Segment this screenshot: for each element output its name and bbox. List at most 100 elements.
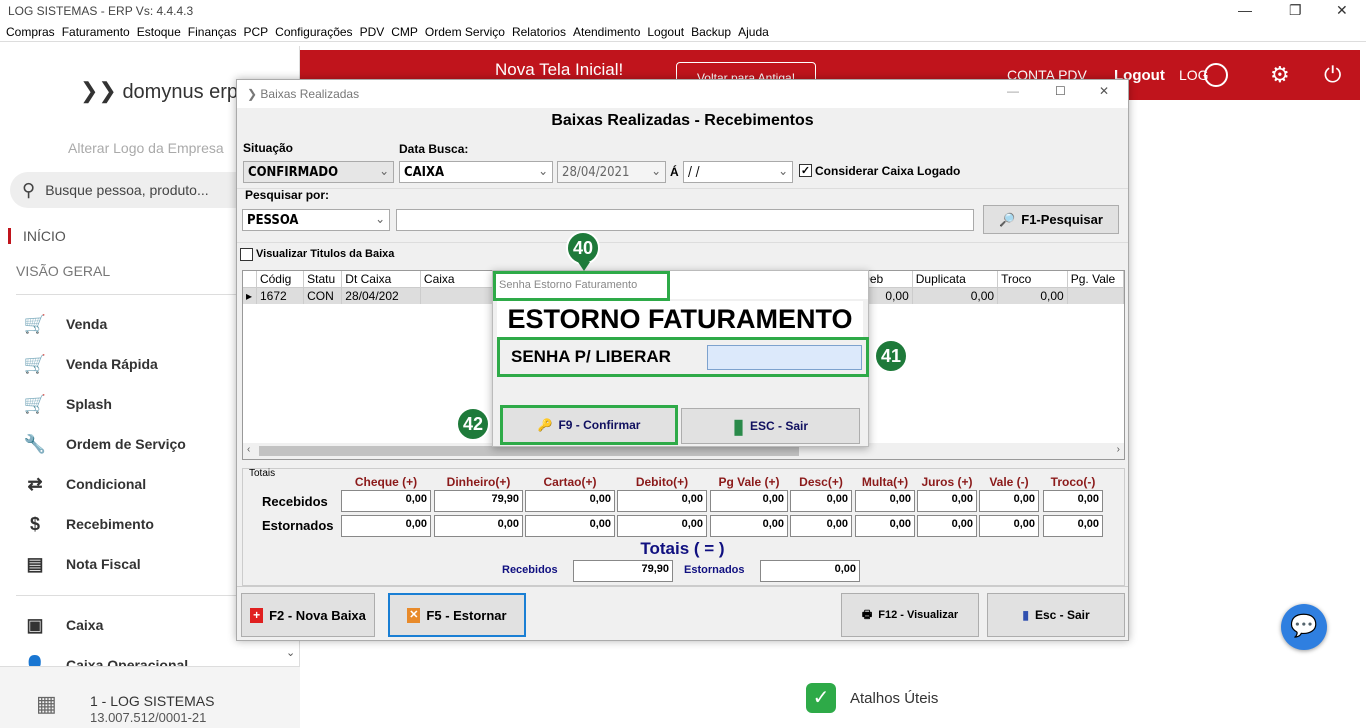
chat-icon[interactable]: 💬 (1281, 604, 1327, 650)
nfe-icon: ▤ (26, 553, 44, 574)
column-header[interactable]: Troco (997, 271, 1068, 288)
recebidos-field: 0,00 (525, 490, 615, 512)
maximize-button[interactable]: ☐ (1055, 84, 1066, 98)
menu-8[interactable]: Ordem Serviço (425, 22, 512, 41)
restore-button[interactable]: ❐ (1289, 2, 1302, 19)
data-busca-select[interactable]: CAIXA ⌄ (399, 161, 553, 183)
menu-1[interactable]: Faturamento (62, 22, 137, 41)
menu-bar: Compras Faturamento Estoque Finanças PCP Conf… (0, 22, 1366, 42)
f2-nova-baixa-button[interactable]: + F2 - Nova Baixa (241, 593, 375, 637)
gear-icon[interactable]: ⚙ (1270, 62, 1290, 88)
recebidos-field: 0,00 (1043, 490, 1103, 512)
column-header[interactable]: Duplicata (912, 271, 999, 288)
date-from-input[interactable]: 28/04/2021 ⌄ (557, 161, 666, 183)
a-label: Á (670, 165, 679, 179)
nav-inicio[interactable]: INÍCIO (8, 228, 66, 244)
menu-4[interactable]: PCP (243, 22, 275, 41)
senha-input[interactable] (707, 345, 862, 370)
menu-3[interactable]: Finanças (188, 22, 244, 41)
cart-icon: 🛒 (23, 353, 47, 374)
sidebar-item-label: Caixa (66, 617, 104, 633)
door-icon: ▮ (1022, 608, 1029, 622)
cell (1067, 287, 1125, 304)
pesquisar-label: Pesquisar por: (245, 188, 330, 202)
f1-pesquisar-button[interactable]: 🔎 F1-Pesquisar (983, 205, 1119, 234)
column-header[interactable]: Statu (303, 271, 343, 288)
recebidos-field: 0,00 (790, 490, 852, 512)
close-button[interactable]: ✕ (1099, 84, 1109, 98)
menu-13[interactable]: Ajuda (738, 22, 776, 41)
senha-label: SENHA P/ LIBERAR (511, 347, 671, 366)
pesquisar-select[interactable]: PESSOA ⌄ (242, 209, 390, 231)
estornados-field: 0,00 (710, 515, 788, 537)
menu-5[interactable]: Configurações (275, 22, 359, 41)
key-icon: 🔑 (537, 418, 553, 432)
recebidos-field: 0,00 (617, 490, 707, 512)
column-header[interactable]: Códig (256, 271, 305, 288)
atalhos-uteis-link[interactable]: Atalhos Úteis (850, 690, 938, 707)
totais-column-header: Cartao(+) (543, 475, 597, 489)
menu-7[interactable]: CMP (391, 22, 425, 41)
situacao-select[interactable]: CONFIRMADO ⌄ (243, 161, 394, 183)
estornados-field: 0,00 (790, 515, 852, 537)
considerar-caixa-checkbox[interactable]: ✓ Considerar Caixa Logado (799, 164, 960, 178)
visualizar-titulos-checkbox[interactable]: Visualizar Titulos da Baixa (240, 248, 394, 261)
power-icon[interactable]: ⏻ (1324, 62, 1341, 88)
recebidos-label: Recebidos (262, 494, 328, 509)
totais-column-header: Desc(+) (799, 475, 843, 489)
exit-door-icon: ▮ (732, 415, 744, 438)
register-icon: ▣ (26, 614, 44, 635)
sidebar-item-label: Splash (66, 396, 112, 412)
menu-11[interactable]: Logout (647, 22, 691, 41)
totais-column-header: Cheque (+) (354, 475, 418, 489)
column-header[interactable]: Pg. Vale (1067, 271, 1125, 288)
scroll-down-icon[interactable]: ⌄ (286, 646, 295, 659)
building-icon: ▦ (36, 691, 57, 716)
step-badge-42: 42 (456, 407, 490, 441)
wrench-icon: 🔧 (23, 433, 47, 454)
totais-column-header: Dinheiro(+) (446, 475, 511, 489)
estornados-field: 0,00 (434, 515, 523, 537)
menu-6[interactable]: PDV (360, 22, 392, 41)
minimize-button[interactable]: — (1007, 84, 1019, 98)
esc-sair-button[interactable]: ▮ Esc - Sair (987, 593, 1125, 637)
menu-12[interactable]: Backup (691, 22, 738, 41)
estornados-field: 0,00 (617, 515, 707, 537)
printer-icon: 🖶 (861, 608, 873, 621)
sidebar-item-label: Condicional (66, 476, 147, 492)
step-badge-40: 40 (566, 231, 600, 265)
totais-column-header: Vale (-) (989, 475, 1029, 489)
menu-10[interactable]: Atendimento (573, 22, 647, 41)
hand-money-icon: $ (29, 513, 40, 534)
minimize-button[interactable]: — (1238, 2, 1252, 18)
header-title: Nova Tela Inicial! (495, 60, 624, 79)
recebidos-field: 0,00 (341, 490, 431, 512)
column-header[interactable]: Dt Caixa (341, 271, 421, 288)
recebidos-field: 0,00 (855, 490, 915, 512)
totais-eq-label: Totais ( = ) (640, 539, 725, 558)
close-button[interactable]: ✕ (1336, 2, 1348, 19)
modal-title: ❯ Baixas Realizadas (247, 87, 360, 101)
search-value-input[interactable] (396, 209, 974, 231)
esc-sair-dialog-button[interactable]: ▮ ESC - Sair (681, 408, 860, 444)
company-cnpj: 13.007.512/0001-21 (90, 710, 207, 725)
f12-visualizar-button[interactable]: 🖶 F12 - Visualizar (841, 593, 979, 637)
sidebar-item-label: Ordem de Serviço (66, 436, 186, 452)
totais-label: Totais (249, 468, 276, 479)
f9-confirmar-button[interactable]: 🔑 F9 - Confirmar (500, 405, 678, 445)
step-badge-41: 41 (874, 339, 908, 373)
data-busca-label: Data Busca: (399, 142, 469, 156)
user-icon[interactable] (1204, 63, 1228, 87)
menu-0[interactable]: Compras (6, 22, 62, 41)
date-to-input[interactable]: / / ⌄ (683, 161, 793, 183)
f5-estornar-button[interactable]: ✕ F5 - Estornar (388, 593, 526, 637)
change-logo-link[interactable]: Alterar Logo da Empresa (68, 140, 224, 156)
cart-dollar-icon: 🛒 (23, 393, 47, 414)
cell: 0,00 (997, 287, 1068, 304)
totais-column-header: Juros (+) (921, 475, 973, 489)
menu-2[interactable]: Estoque (137, 22, 188, 41)
cell: 0,00 (912, 287, 999, 304)
title-bar: LOG SISTEMAS - ERP Vs: 4.4.4.3 (0, 0, 1366, 22)
nav-visao-geral[interactable]: VISÃO GERAL (16, 263, 110, 279)
menu-9[interactable]: Relatorios (512, 22, 573, 41)
